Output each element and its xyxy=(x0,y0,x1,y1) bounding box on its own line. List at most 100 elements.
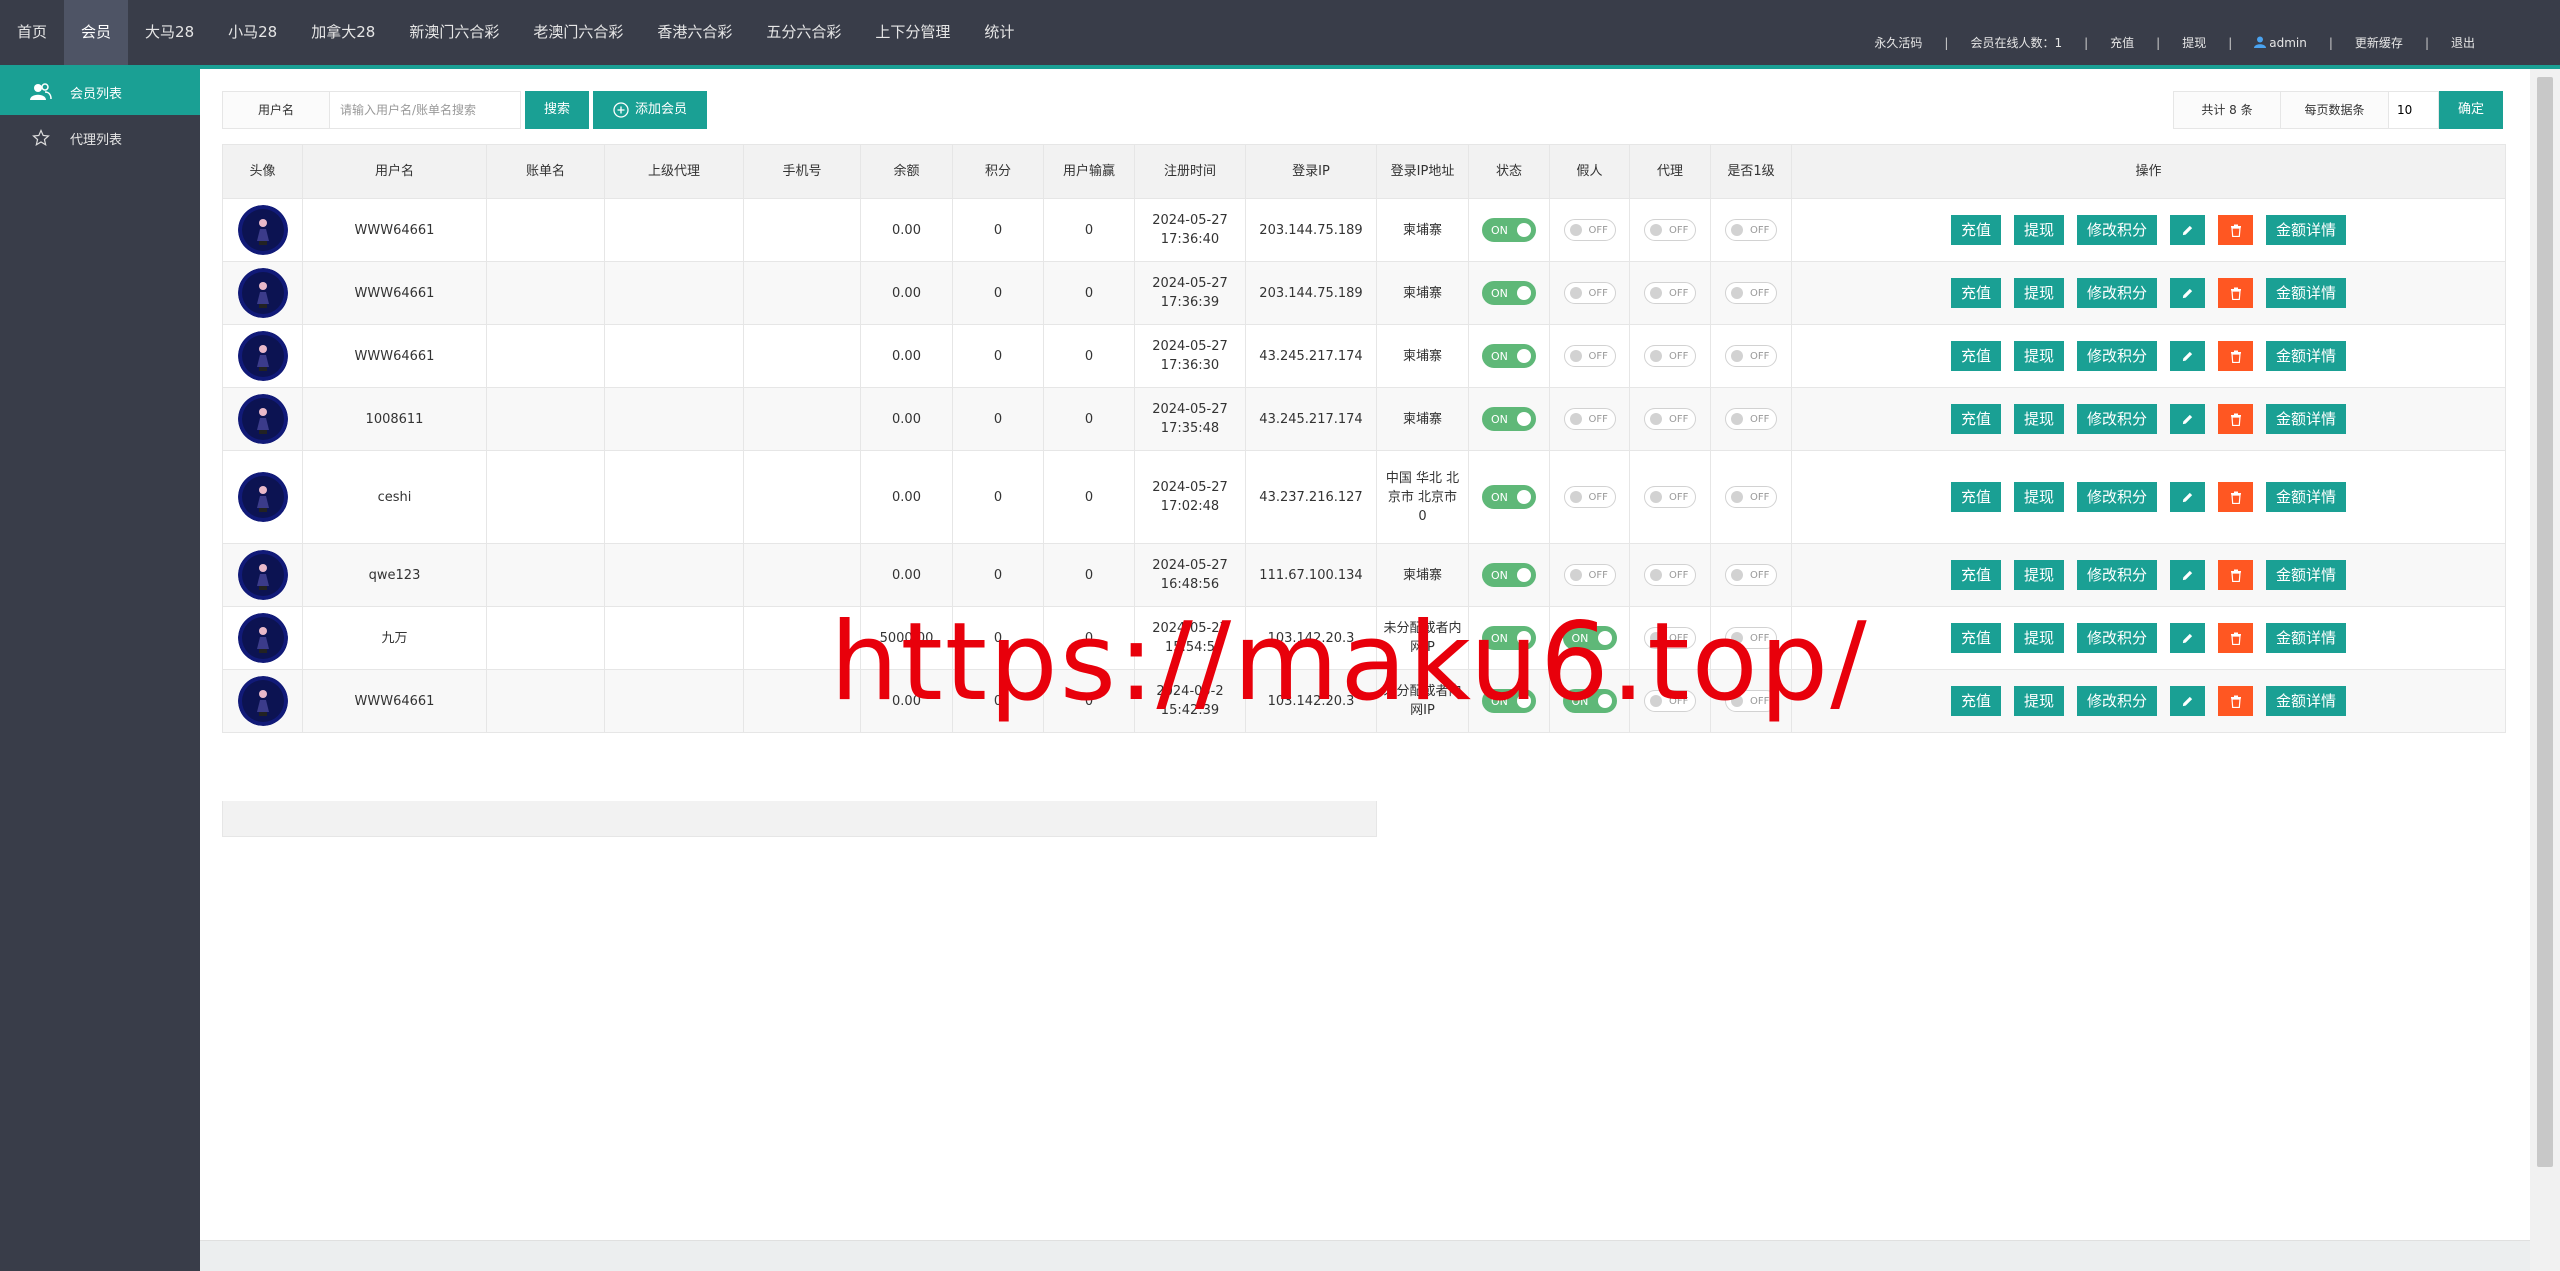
fake-switch[interactable]: OFF xyxy=(1563,564,1616,586)
edit-icon[interactable] xyxy=(2170,482,2206,512)
amount-details-button[interactable]: 金额详情 xyxy=(2266,686,2347,716)
amount-details-button[interactable]: 金额详情 xyxy=(2266,341,2347,371)
level1-switch[interactable]: OFF xyxy=(1725,486,1777,508)
withdraw-button[interactable]: 提现 xyxy=(2013,482,2064,512)
recharge-button[interactable]: 充值 xyxy=(1950,623,2001,653)
status-switch[interactable]: ON xyxy=(1482,563,1536,587)
level1-switch[interactable]: OFF xyxy=(1725,345,1777,367)
delete-icon[interactable] xyxy=(2218,482,2254,512)
status-switch[interactable]: ON xyxy=(1482,689,1536,713)
nav-item[interactable]: 大马28 xyxy=(128,0,211,65)
nav-item[interactable]: 首页 xyxy=(0,0,64,65)
level1-switch[interactable]: OFF xyxy=(1725,564,1777,586)
logout-link[interactable]: 退出 xyxy=(2451,34,2475,51)
recharge-link[interactable]: 充值 xyxy=(2110,34,2134,51)
level1-switch[interactable]: OFF xyxy=(1725,282,1777,304)
proxy-switch[interactable]: OFF xyxy=(1644,345,1696,367)
proxy-switch[interactable]: OFF xyxy=(1644,408,1696,430)
fake-switch[interactable]: OFF xyxy=(1563,219,1616,241)
amount-details-button[interactable]: 金额详情 xyxy=(2266,278,2347,308)
proxy-switch[interactable]: OFF xyxy=(1644,282,1696,304)
sidebar-item-member-list[interactable]: 会员列表 xyxy=(0,69,200,115)
recharge-button[interactable]: 充值 xyxy=(1950,215,2001,245)
edit-points-button[interactable]: 修改积分 xyxy=(2077,278,2158,308)
withdraw-button[interactable]: 提现 xyxy=(2013,686,2064,716)
nav-item[interactable]: 会员 xyxy=(64,0,129,65)
fake-switch[interactable]: OFF xyxy=(1563,345,1616,367)
proxy-switch[interactable]: OFF xyxy=(1644,564,1696,586)
proxy-switch[interactable]: OFF xyxy=(1644,219,1696,241)
scrollbar-thumb[interactable] xyxy=(2537,77,2553,1167)
fake-switch[interactable]: OFF xyxy=(1563,282,1616,304)
nav-item[interactable]: 统计 xyxy=(967,0,1031,65)
nav-item[interactable]: 加拿大28 xyxy=(294,0,392,65)
sidebar-item-agent-list[interactable]: 代理列表 xyxy=(0,115,200,161)
edit-points-button[interactable]: 修改积分 xyxy=(2077,404,2158,434)
vertical-scrollbar[interactable] xyxy=(2530,69,2560,1271)
recharge-button[interactable]: 充值 xyxy=(1950,686,2001,716)
nav-item[interactable]: 五分六合彩 xyxy=(749,0,858,65)
recharge-button[interactable]: 充值 xyxy=(1950,560,2001,590)
delete-icon[interactable] xyxy=(2218,404,2254,434)
edit-icon[interactable] xyxy=(2170,404,2206,434)
nav-item[interactable]: 上下分管理 xyxy=(858,0,967,65)
fake-switch[interactable]: OFF xyxy=(1563,486,1616,508)
fake-switch[interactable]: ON xyxy=(1562,626,1617,650)
status-switch[interactable]: ON xyxy=(1482,485,1536,509)
recharge-button[interactable]: 充值 xyxy=(1950,404,2001,434)
user-menu[interactable]: admin xyxy=(2254,36,2307,50)
nav-item[interactable]: 小马28 xyxy=(211,0,294,65)
nav-item[interactable]: 新澳门六合彩 xyxy=(392,0,516,65)
withdraw-button[interactable]: 提现 xyxy=(2013,278,2064,308)
delete-icon[interactable] xyxy=(2218,623,2254,653)
level1-switch[interactable]: OFF xyxy=(1725,408,1777,430)
edit-points-button[interactable]: 修改积分 xyxy=(2077,341,2158,371)
proxy-switch[interactable]: OFF xyxy=(1644,627,1696,649)
level1-switch[interactable]: OFF xyxy=(1725,219,1777,241)
withdraw-button[interactable]: 提现 xyxy=(2013,623,2064,653)
edit-points-button[interactable]: 修改积分 xyxy=(2077,686,2158,716)
edit-icon[interactable] xyxy=(2170,560,2206,590)
fake-switch[interactable]: OFF xyxy=(1563,408,1616,430)
clear-cache-link[interactable]: 更新缓存 xyxy=(2355,34,2403,51)
edit-icon[interactable] xyxy=(2170,341,2206,371)
level1-switch[interactable]: OFF xyxy=(1725,627,1777,649)
delete-icon[interactable] xyxy=(2218,215,2254,245)
edit-icon[interactable] xyxy=(2170,215,2206,245)
delete-icon[interactable] xyxy=(2218,686,2254,716)
nav-item[interactable]: 香港六合彩 xyxy=(640,0,749,65)
search-button[interactable]: 搜索 xyxy=(525,91,589,129)
withdraw-button[interactable]: 提现 xyxy=(2013,404,2064,434)
withdraw-button[interactable]: 提现 xyxy=(2013,341,2064,371)
delete-icon[interactable] xyxy=(2218,560,2254,590)
recharge-button[interactable]: 充值 xyxy=(1950,278,2001,308)
amount-details-button[interactable]: 金额详情 xyxy=(2266,560,2347,590)
level1-switch[interactable]: OFF xyxy=(1725,690,1777,712)
status-switch[interactable]: ON xyxy=(1482,281,1536,305)
withdraw-button[interactable]: 提现 xyxy=(2013,215,2064,245)
withdraw-link[interactable]: 提现 xyxy=(2182,34,2206,51)
nav-item[interactable]: 老澳门六合彩 xyxy=(516,0,640,65)
amount-details-button[interactable]: 金额详情 xyxy=(2266,215,2347,245)
edit-points-button[interactable]: 修改积分 xyxy=(2077,560,2158,590)
recharge-button[interactable]: 充值 xyxy=(1950,341,2001,371)
search-input[interactable] xyxy=(330,91,521,129)
edit-icon[interactable] xyxy=(2170,686,2206,716)
status-switch[interactable]: ON xyxy=(1482,626,1536,650)
delete-icon[interactable] xyxy=(2218,278,2254,308)
recharge-button[interactable]: 充值 xyxy=(1950,482,2001,512)
edit-points-button[interactable]: 修改积分 xyxy=(2077,215,2158,245)
edit-points-button[interactable]: 修改积分 xyxy=(2077,482,2158,512)
edit-points-button[interactable]: 修改积分 xyxy=(2077,623,2158,653)
delete-icon[interactable] xyxy=(2218,341,2254,371)
edit-icon[interactable] xyxy=(2170,623,2206,653)
proxy-switch[interactable]: OFF xyxy=(1644,486,1696,508)
proxy-switch[interactable]: OFF xyxy=(1644,690,1696,712)
withdraw-button[interactable]: 提现 xyxy=(2013,560,2064,590)
amount-details-button[interactable]: 金额详情 xyxy=(2266,623,2347,653)
add-member-button[interactable]: 添加会员 xyxy=(593,91,707,129)
confirm-button[interactable]: 确定 xyxy=(2439,91,2503,129)
edit-icon[interactable] xyxy=(2170,278,2206,308)
status-switch[interactable]: ON xyxy=(1482,407,1536,431)
amount-details-button[interactable]: 金额详情 xyxy=(2266,404,2347,434)
